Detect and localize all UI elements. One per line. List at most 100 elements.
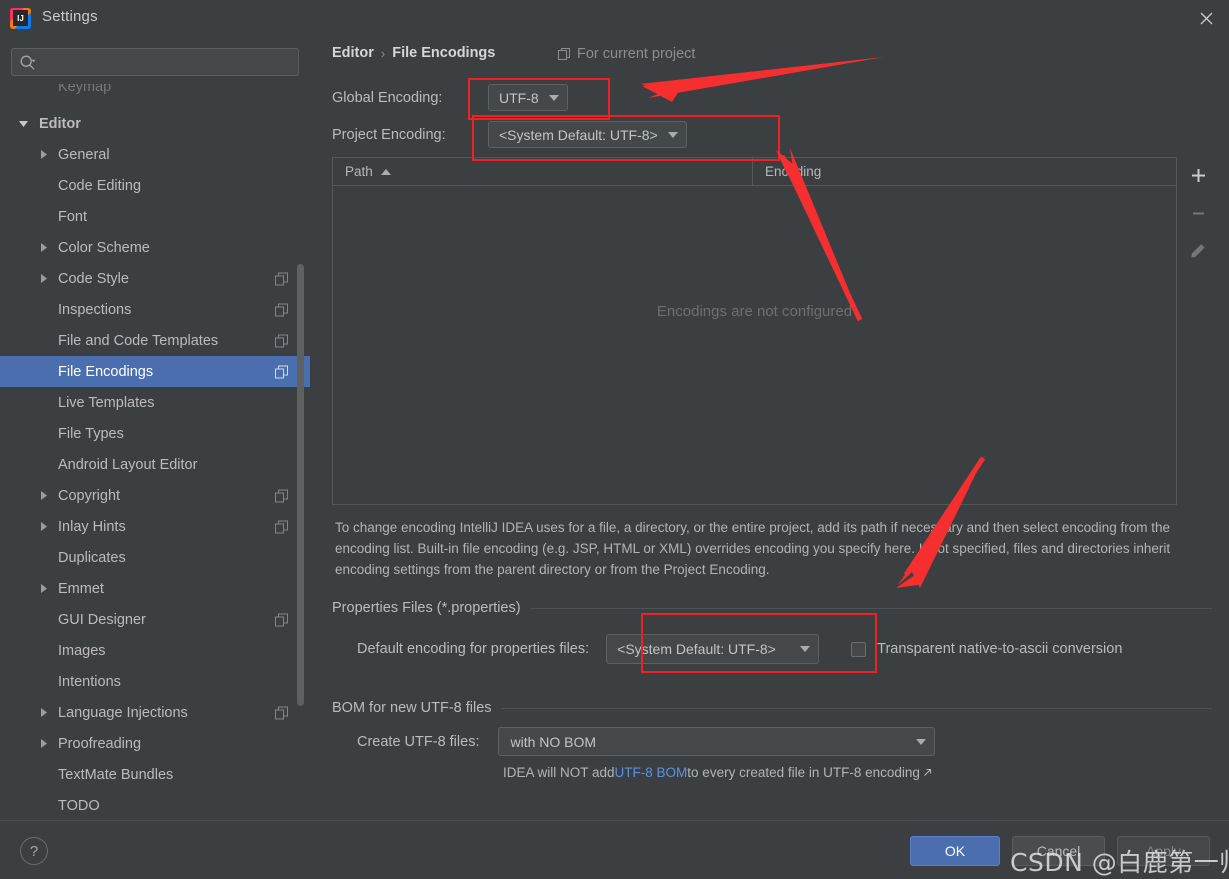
sidebar-item-label: Proofreading — [58, 735, 142, 752]
sidebar-item-font[interactable]: Font — [0, 201, 310, 232]
tree-row-list: Editor General Code Editing Font Color Schem… — [0, 108, 310, 820]
edit-encoding-button[interactable] — [1184, 237, 1212, 265]
sidebar-item-label: File Types — [58, 425, 124, 442]
utf8-bom-link[interactable]: UTF-8 BOM — [615, 765, 688, 780]
create-utf8-files-dropdown[interactable]: with NO BOM — [498, 727, 936, 756]
chevron-down-icon — [18, 118, 29, 129]
for-current-project-label: For current project — [577, 46, 696, 62]
apply-button[interactable]: Apply — [1117, 836, 1210, 866]
column-header-path-label: Path — [345, 164, 373, 179]
sidebar-item-inspections[interactable]: Inspections — [0, 294, 310, 325]
sidebar-item-file-encodings[interactable]: File Encodings — [0, 356, 310, 387]
sidebar-item-label: TextMate Bundles — [58, 766, 174, 783]
encodings-empty-message: Encodings are not configured — [656, 303, 853, 320]
sidebar-item-duplicates[interactable]: Duplicates — [0, 542, 310, 573]
sidebar-item-label: Android Layout Editor — [58, 456, 198, 473]
sort-ascending-icon — [380, 168, 391, 175]
sidebar-item-copyright[interactable]: Copyright — [0, 480, 310, 511]
column-header-encoding-label: Encoding — [765, 164, 822, 179]
close-button[interactable] — [1183, 0, 1229, 37]
app-logo-icon — [10, 8, 31, 29]
copy-scope-icon — [275, 613, 288, 626]
title-bar: Settings — [0, 0, 1229, 37]
add-icon — [1191, 168, 1205, 182]
sidebar-item-label: Inlay Hints — [58, 518, 126, 535]
copy-scope-icon — [275, 520, 288, 533]
sidebar-item-partial[interactable]: Keymap — [0, 84, 310, 99]
breadcrumb-parent[interactable]: Editor — [332, 45, 374, 61]
sidebar-item-live-templates[interactable]: Live Templates — [0, 387, 310, 418]
cancel-button-label: Cancel — [1036, 843, 1081, 859]
help-icon: ? — [29, 842, 39, 860]
bom-hint-suffix: to every created file in UTF-8 encoding — [687, 765, 920, 780]
bom-group-title: BOM for new UTF-8 files — [332, 700, 492, 716]
breadcrumb: Editor › File Encodings — [332, 45, 495, 61]
sidebar-item-inlay-hints[interactable]: Inlay Hints — [0, 511, 310, 542]
column-header-encoding[interactable]: Encoding — [753, 158, 1176, 185]
sidebar-item-textmate-bundles[interactable]: TextMate Bundles — [0, 759, 310, 790]
copy-scope-icon — [275, 365, 288, 378]
sidebar-item-code-editing[interactable]: Code Editing — [0, 170, 310, 201]
copy-scope-icon — [275, 706, 288, 719]
edit-pencil-icon — [1191, 244, 1205, 258]
transparent-native-to-ascii-checkbox[interactable] — [851, 641, 867, 657]
global-encoding-value: UTF-8 — [499, 89, 539, 106]
sidebar-item-intentions[interactable]: Intentions — [0, 666, 310, 697]
settings-main-panel: Editor › File Encodings For current proj… — [310, 37, 1229, 820]
properties-default-encoding-label: Default encoding for properties files: — [357, 641, 590, 657]
close-icon — [1200, 12, 1212, 25]
group-divider — [501, 707, 1212, 709]
help-button[interactable]: ? — [20, 837, 48, 865]
chevron-right-icon — [38, 521, 49, 532]
sidebar-item-android-layout-editor[interactable]: Android Layout Editor — [0, 449, 310, 480]
chevron-right-icon — [38, 738, 49, 749]
sidebar-item-general[interactable]: General — [0, 139, 310, 170]
properties-default-encoding-dropdown[interactable]: <System Default: UTF-8> — [606, 634, 820, 664]
sidebar-item-label: Code Editing — [58, 177, 142, 194]
create-utf8-files-value: with NO BOM — [510, 733, 597, 750]
sidebar-item-file-types[interactable]: File Types — [0, 418, 310, 449]
transparent-native-to-ascii-label: Transparent native-to-ascii conversion — [877, 641, 1123, 657]
add-encoding-button[interactable] — [1184, 161, 1212, 189]
ok-button-label: OK — [944, 843, 966, 859]
chevron-right-icon — [38, 149, 49, 160]
global-encoding-dropdown[interactable]: UTF-8 — [488, 84, 568, 111]
encodings-table-header: Path Encoding — [333, 158, 1176, 186]
encodings-description: To change encoding IntelliJ IDEA uses fo… — [335, 520, 1171, 577]
sidebar-item-label: Inspections — [58, 301, 132, 318]
sidebar-item-images[interactable]: Images — [0, 635, 310, 666]
ok-button[interactable]: OK — [910, 836, 1000, 866]
search-box[interactable] — [11, 48, 299, 76]
sidebar-item-color-scheme[interactable]: Color Scheme — [0, 232, 310, 263]
sidebar-item-file-and-code-templates[interactable]: File and Code Templates — [0, 325, 310, 356]
chevron-down-icon — [800, 646, 811, 652]
encodings-table-body[interactable]: Encodings are not configured — [333, 186, 1176, 504]
settings-dialog: Settings Keymap — [0, 0, 1229, 879]
cancel-button[interactable]: Cancel — [1012, 836, 1105, 866]
project-encoding-dropdown[interactable]: <System Default: UTF-8> — [488, 121, 687, 148]
copy-scope-icon — [275, 334, 288, 347]
sidebar-item-todo[interactable]: TODO — [0, 790, 310, 820]
sidebar-item-label: Copyright — [58, 487, 121, 504]
remove-encoding-button[interactable] — [1184, 199, 1212, 227]
sidebar-item-proofreading[interactable]: Proofreading — [0, 728, 310, 759]
sidebar-scrollbar-thumb[interactable] — [297, 264, 304, 706]
copy-scope-icon — [558, 47, 570, 60]
sidebar-item-editor[interactable]: Editor — [0, 108, 310, 139]
chevron-right-icon — [38, 242, 49, 253]
sidebar-item-language-injections[interactable]: Language Injections — [0, 697, 310, 728]
project-encoding-value: <System Default: UTF-8> — [499, 126, 658, 143]
window-title: Settings — [42, 8, 98, 25]
chevron-right-icon — [38, 490, 49, 501]
sidebar-item-code-style[interactable]: Code Style — [0, 263, 310, 294]
chevron-right-icon — [38, 273, 49, 284]
remove-icon — [1192, 212, 1204, 214]
search-input[interactable] — [42, 49, 294, 75]
sidebar-item-label: General — [58, 146, 110, 163]
properties-default-encoding-value: <System Default: UTF-8> — [617, 641, 776, 657]
sidebar-item-emmet[interactable]: Emmet — [0, 573, 310, 604]
column-header-path[interactable]: Path — [333, 158, 753, 185]
sidebar-item-gui-designer[interactable]: GUI Designer — [0, 604, 310, 635]
copy-scope-icon — [275, 303, 288, 316]
bom-hint-prefix: IDEA will NOT add — [503, 765, 615, 780]
